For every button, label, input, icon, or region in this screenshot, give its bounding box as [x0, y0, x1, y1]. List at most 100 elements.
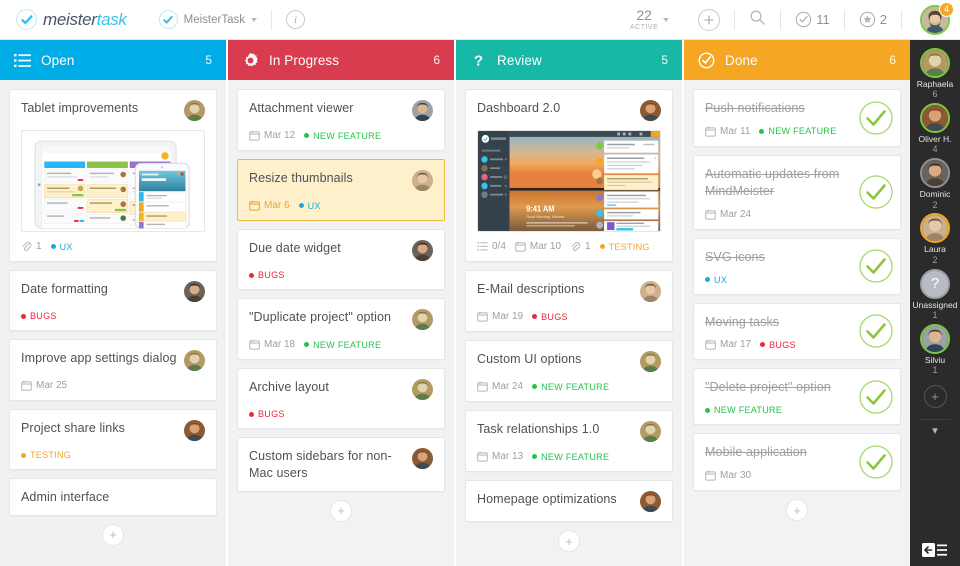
member-task-count: 6 — [932, 89, 938, 100]
task-card[interactable]: SVG icons UX — [693, 237, 901, 295]
column-header-open[interactable]: Open 5 — [0, 40, 226, 80]
card-tag[interactable]: BUGS — [760, 340, 796, 350]
brand-logo-area[interactable]: meistertask — [16, 9, 127, 30]
card-tag[interactable]: UX — [50, 242, 73, 252]
card-tag[interactable]: NEW FEATURE — [759, 126, 836, 136]
task-card[interactable]: Custom sidebars for non-Mac users — [237, 437, 445, 492]
card-tag[interactable]: TESTING — [599, 242, 650, 252]
card-tag[interactable]: NEW FEATURE — [705, 405, 782, 415]
member-dominic[interactable]: Dominic 2 — [920, 158, 950, 210]
assignee-avatar[interactable] — [640, 421, 661, 442]
member-laura[interactable]: Laura 2 — [919, 213, 950, 265]
assignee-avatar[interactable] — [640, 491, 661, 512]
column-review: ? Review 5 Dashboard 2.0 9:41 AM Good Morning… — [456, 40, 684, 566]
card-tag[interactable]: NEW FEATURE — [532, 452, 609, 462]
task-card[interactable]: "Delete project" option NEW FEATURE — [693, 368, 901, 426]
card-tag[interactable]: BUGS — [249, 270, 285, 280]
card-tag[interactable]: BUGS — [249, 409, 285, 419]
card-tag[interactable]: UX — [705, 275, 727, 285]
assignee-avatar[interactable] — [640, 100, 661, 121]
add-card-button-in-progress[interactable]: + — [330, 499, 352, 522]
card-title: Resize thumbnails — [249, 171, 353, 185]
completed-tasks-stat[interactable]: 11 — [795, 11, 830, 28]
task-card[interactable]: Mobile application Mar 30 — [693, 433, 901, 492]
member-oliverh[interactable]: Oliver H. 4 — [918, 103, 952, 155]
assignee-avatar[interactable] — [184, 350, 205, 371]
card-title: Task relationships 1.0 — [477, 422, 600, 436]
calendar-icon — [21, 380, 32, 391]
add-card-button-done[interactable]: + — [786, 499, 808, 522]
meistertask-logo-icon — [16, 9, 37, 30]
task-card[interactable]: Push notifications Mar 11 NEW FEATURE — [693, 89, 901, 147]
task-card[interactable]: Project share links TESTING — [9, 409, 217, 470]
avatar-image — [640, 281, 661, 302]
card-top: E-Mail descriptions — [477, 281, 661, 302]
task-card[interactable]: Date formatting BUGS — [9, 270, 217, 331]
assignee-avatar[interactable] — [412, 170, 433, 191]
card-tag[interactable]: BUGS — [21, 311, 57, 321]
card-meta: BUGS — [21, 311, 205, 321]
member-unassigned[interactable]: ? Unassigned 1 — [913, 268, 957, 321]
search-icon[interactable] — [749, 9, 766, 31]
add-card-button-review[interactable]: + — [558, 530, 580, 552]
column-header-in-progress[interactable]: In Progress 6 — [228, 40, 454, 80]
meta-date: Mar 13 — [477, 451, 523, 462]
card-top: Due date widget — [249, 240, 433, 261]
assignee-avatar[interactable] — [184, 281, 205, 302]
card-attachment-preview[interactable]: 9:41 AM Good Morning, Michael — [477, 130, 661, 232]
member-raphaela[interactable]: Raphaela 6 — [917, 48, 953, 100]
add-task-button[interactable] — [698, 8, 721, 31]
column-header-review[interactable]: ? Review 5 — [456, 40, 682, 80]
assignee-avatar[interactable] — [412, 448, 433, 469]
card-tag[interactable]: NEW FEATURE — [304, 340, 381, 350]
info-icon[interactable]: i — [285, 10, 305, 29]
task-card[interactable]: Custom UI options Mar 24 NEW FEATURE — [465, 340, 673, 402]
dashboard-screenshot: 9:41 AM Good Morning, Michael — [478, 131, 660, 231]
task-card[interactable]: Tablet improvements 1 UX — [9, 89, 217, 262]
assignee-avatar[interactable] — [412, 379, 433, 400]
card-top: Custom UI options — [477, 351, 661, 372]
collapse-sidebar-button[interactable] — [910, 542, 960, 558]
task-card[interactable]: Dashboard 2.0 9:41 AM Good Morning, Michae… — [465, 89, 673, 262]
assignee-avatar[interactable] — [184, 420, 205, 441]
add-card-button-open[interactable]: + — [102, 523, 124, 546]
active-tasks-selector[interactable]: 22 ACTIVE — [630, 8, 670, 31]
assignee-avatar[interactable] — [640, 281, 661, 302]
task-card[interactable]: Homepage optimizations — [465, 480, 673, 522]
task-card[interactable]: Resize thumbnails Mar 6 UX — [237, 159, 445, 221]
assignee-avatar[interactable] — [412, 309, 433, 330]
assignee-avatar[interactable] — [640, 351, 661, 372]
avatar-image — [921, 215, 948, 242]
task-card[interactable]: Admin interface — [9, 478, 217, 516]
task-card[interactable]: Task relationships 1.0 Mar 13 NEW FEATURE — [465, 410, 673, 472]
card-tag[interactable]: NEW FEATURE — [304, 131, 381, 141]
card-tag[interactable]: TESTING — [21, 450, 71, 460]
member-silviu[interactable]: Silviu 1 — [919, 323, 950, 376]
chevron-down-icon — [250, 17, 257, 22]
task-card[interactable]: "Duplicate project" option Mar 18 NEW FEAT… — [237, 298, 445, 360]
assignee-avatar[interactable] — [184, 100, 205, 121]
sidebar-expand-chevron-icon[interactable]: ▾ — [932, 424, 938, 437]
task-card[interactable]: Archive layout BUGS — [237, 368, 445, 429]
card-tag[interactable]: UX — [298, 201, 321, 211]
question-icon: ? — [473, 52, 482, 68]
task-card[interactable]: Attachment viewer Mar 12 NEW FEATURE — [237, 89, 445, 151]
add-member-button[interactable]: + — [923, 384, 947, 408]
task-card[interactable]: Due date widget BUGS — [237, 229, 445, 290]
assignee-avatar[interactable] — [412, 100, 433, 121]
card-tag[interactable]: NEW FEATURE — [532, 382, 609, 392]
column-body-done: Push notifications Mar 11 NEW FEATURE Autom… — [684, 80, 910, 566]
starred-tasks-stat[interactable]: 2 — [859, 11, 887, 28]
assignee-avatar[interactable] — [412, 240, 433, 261]
task-card[interactable]: Automatic updates from MindMeister Mar 24 — [693, 154, 901, 230]
task-card[interactable]: E-Mail descriptions Mar 19 BUGS — [465, 270, 673, 332]
meta-text: Mar 25 — [36, 380, 68, 391]
tag-label: BUGS — [258, 409, 285, 419]
task-card[interactable]: Moving tasks Mar 17 BUGS — [693, 302, 901, 361]
user-avatar[interactable]: 4 — [920, 1, 954, 35]
column-header-done[interactable]: Done 6 — [684, 40, 910, 80]
card-attachment-preview[interactable] — [21, 130, 205, 232]
project-selector[interactable]: MeisterTask — [158, 10, 257, 29]
task-card[interactable]: Improve app settings dialog Mar 25 — [9, 339, 217, 401]
card-tag[interactable]: BUGS — [532, 312, 568, 322]
